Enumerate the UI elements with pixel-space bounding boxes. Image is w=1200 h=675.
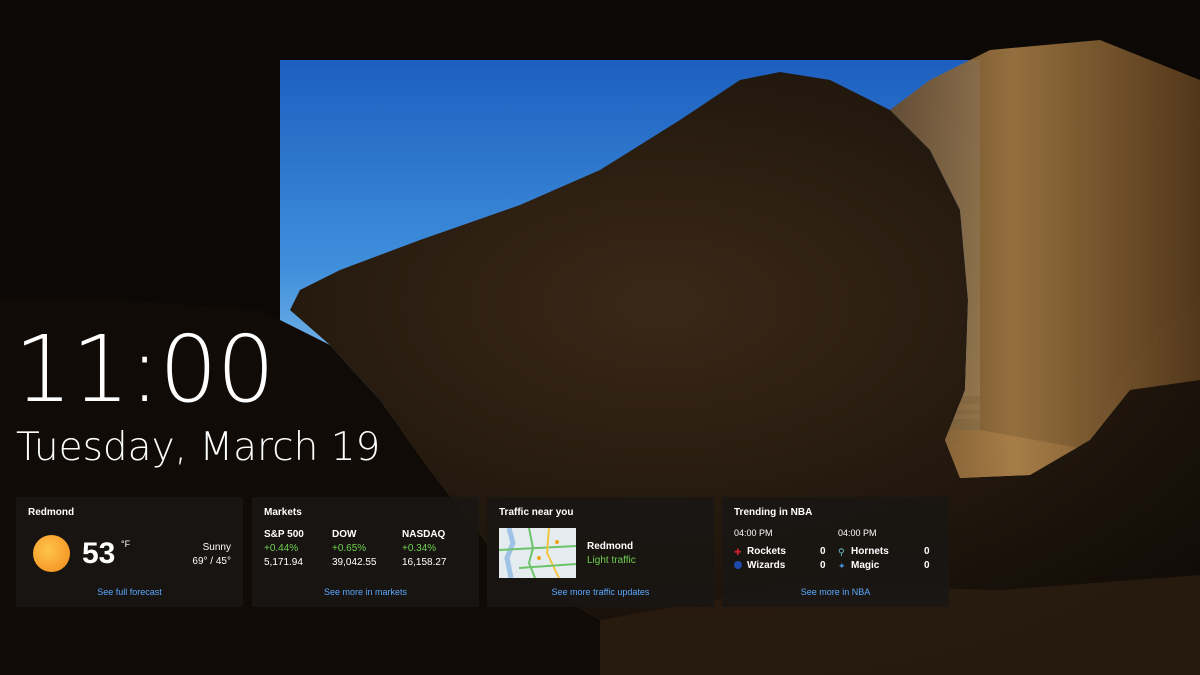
team-name: Magic — [851, 560, 880, 571]
weather-location: Redmond — [28, 507, 75, 518]
market-index: NASDAQ +0.34% 16,158.27 — [402, 528, 447, 570]
team-score: 0 — [924, 560, 930, 571]
team-row: Wizards — [734, 560, 785, 571]
weather-unit: °F — [121, 539, 131, 549]
traffic-map-thumbnail — [499, 528, 576, 578]
market-index: DOW +0.65% 39,042.55 — [332, 528, 377, 570]
market-name: NASDAQ — [402, 529, 446, 540]
weather-range: 69° / 45° — [192, 556, 231, 567]
market-change: +0.34% — [402, 543, 437, 554]
traffic-status: Light traffic — [587, 555, 636, 566]
traffic-card[interactable]: Traffic near you Redmond Light traffic S… — [487, 497, 714, 607]
markets-card[interactable]: Markets S&P 500 +0.44% 5,171.94 DOW +0.6… — [252, 497, 479, 607]
market-index: S&P 500 +0.44% 5,171.94 — [264, 528, 304, 570]
traffic-link[interactable]: See more traffic updates — [487, 587, 714, 597]
markets-link[interactable]: See more in markets — [252, 587, 479, 597]
weather-card[interactable]: Redmond 53 °F Sunny 69° / 45° See full f… — [16, 497, 243, 607]
nba-card[interactable]: Trending in NBA 04:00 PM 04:00 PM ✚ Rocke… — [722, 497, 949, 607]
market-value: 39,042.55 — [332, 557, 377, 568]
sunny-icon — [33, 535, 70, 572]
market-name: S&P 500 — [264, 529, 304, 540]
market-value: 16,158.27 — [402, 557, 447, 568]
team-row: ✦ Magic — [838, 560, 879, 571]
team-name: Wizards — [747, 560, 786, 571]
markets-title: Markets — [264, 507, 302, 518]
market-name: DOW — [332, 529, 357, 540]
team-score: 0 — [820, 560, 826, 571]
team-name: Hornets — [851, 546, 889, 557]
weather-forecast-link[interactable]: See full forecast — [16, 587, 243, 597]
magic-logo-icon: ✦ — [838, 561, 846, 572]
team-score: 0 — [820, 546, 826, 557]
team-score: 0 — [924, 546, 930, 557]
market-value: 5,171.94 — [264, 557, 303, 568]
traffic-location: Redmond — [587, 541, 634, 552]
market-change: +0.65% — [332, 543, 367, 554]
team-name: Rockets — [747, 546, 786, 557]
weather-temperature: 53 — [82, 537, 116, 570]
game-time: 04:00 PM — [838, 528, 877, 538]
nba-title: Trending in NBA — [734, 507, 813, 518]
rockets-logo-icon: ✚ — [734, 547, 742, 558]
nba-link[interactable]: See more in NBA — [722, 587, 949, 597]
team-row: ⚲ Hornets — [838, 546, 889, 557]
hornets-logo-icon: ⚲ — [838, 547, 845, 558]
clock-date: Tuesday, March 19 — [16, 425, 381, 470]
market-change: +0.44% — [264, 543, 299, 554]
weather-condition-block: Sunny 69° / 45° — [192, 541, 231, 569]
weather-condition: Sunny — [202, 542, 231, 553]
game-time: 04:00 PM — [734, 528, 773, 538]
wizards-logo-icon — [734, 561, 742, 570]
clock-time: 11:00 — [14, 316, 275, 423]
team-row: ✚ Rockets — [734, 546, 786, 557]
traffic-title: Traffic near you — [499, 507, 574, 518]
